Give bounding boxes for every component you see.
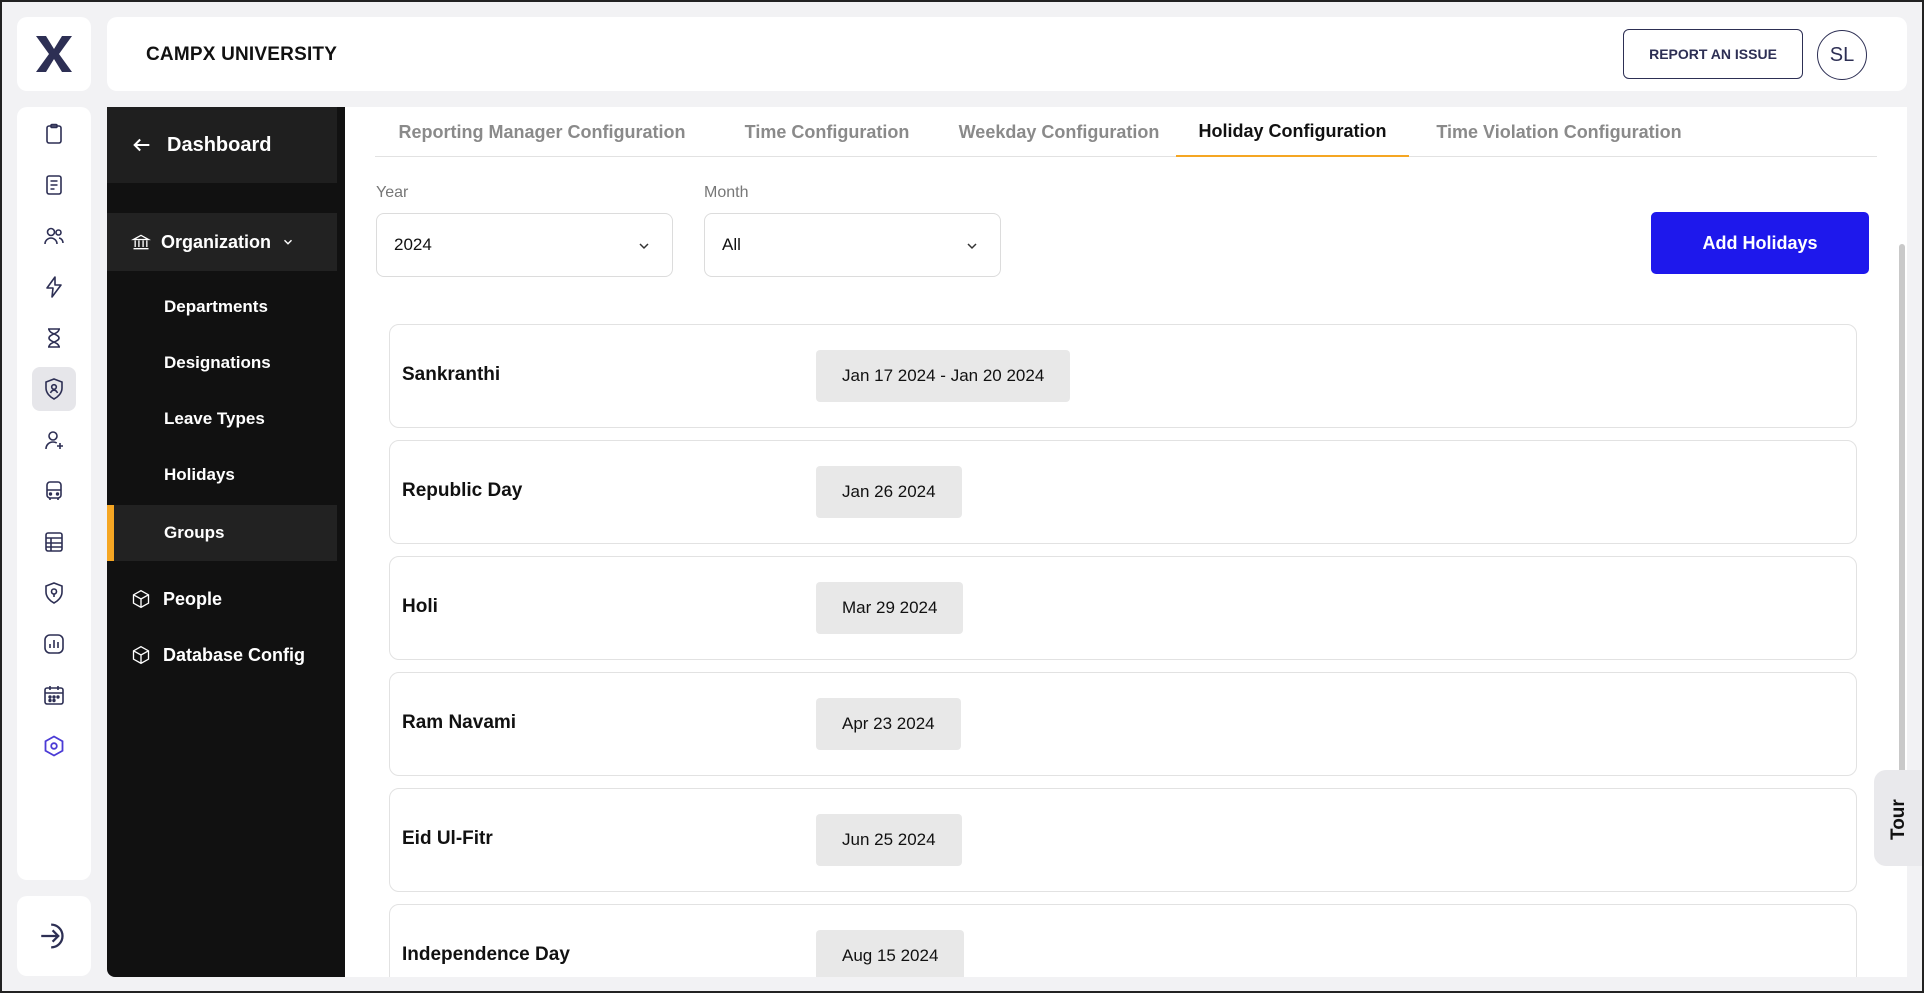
people-label: People	[163, 588, 223, 609]
add-holidays-button[interactable]: Add Holidays	[1651, 212, 1869, 274]
institution-title: CAMPX UNIVERSITY	[146, 44, 338, 65]
database-config-label: Database Config	[163, 644, 306, 665]
sidebar-item-holidays[interactable]: Holidays	[107, 447, 337, 503]
holiday-card[interactable]: Holi Mar 29 2024	[389, 556, 1857, 660]
holiday-card[interactable]: Sankranthi Jan 17 2024 - Jan 20 2024	[389, 324, 1857, 428]
shield-user-icon[interactable]	[32, 367, 76, 411]
chevron-down-icon	[639, 243, 649, 250]
holiday-card[interactable]: Independence Day Aug 15 2024	[389, 904, 1857, 977]
tour-button[interactable]: Tour	[1874, 770, 1924, 866]
analytics-icon[interactable]	[32, 622, 76, 666]
holiday-date-chip: Jun 25 2024	[816, 814, 962, 866]
cube-icon	[132, 589, 150, 609]
arrow-left-icon	[133, 138, 150, 152]
chevron-down-icon	[284, 239, 293, 245]
holiday-card[interactable]: Eid Ul-Fitr Jun 25 2024	[389, 788, 1857, 892]
tab-weekday-configuration[interactable]: Weekday Configuration	[943, 107, 1175, 157]
sidebar-item-leave-types[interactable]: Leave Types	[107, 391, 337, 447]
holiday-name: Sankranthi	[402, 364, 501, 385]
shield-location-icon[interactable]	[32, 571, 76, 615]
sidebar-item-groups[interactable]: Groups	[107, 505, 337, 561]
chevron-down-icon	[967, 243, 977, 250]
holiday-date-chip: Apr 23 2024	[816, 698, 961, 750]
notebook-icon[interactable]	[32, 163, 76, 207]
users-icon[interactable]	[32, 214, 76, 258]
holiday-name: Holi	[402, 596, 438, 617]
month-label: Month	[704, 184, 749, 201]
icon-rail	[17, 107, 91, 880]
avatar[interactable]: SL	[1817, 30, 1867, 80]
logout-icon	[41, 923, 64, 949]
dashboard-label: Dashboard	[167, 133, 272, 156]
year-label: Year	[376, 184, 409, 201]
spreadsheet-icon[interactable]	[32, 520, 76, 564]
holiday-name: Republic Day	[402, 480, 523, 501]
holiday-name: Ram Navami	[402, 712, 517, 733]
holiday-card[interactable]: Republic Day Jan 26 2024	[389, 440, 1857, 544]
logout-button[interactable]	[17, 896, 91, 976]
settings-sidebar: Dashboard Organization Departments Desig…	[107, 107, 345, 977]
cube-icon	[132, 645, 150, 665]
sidebar-item-departments[interactable]: Departments	[107, 279, 337, 335]
sidebar-item-database-config[interactable]: Database Config	[107, 627, 337, 683]
bus-icon[interactable]	[32, 469, 76, 513]
tour-label: Tour	[1888, 799, 1909, 840]
month-select[interactable]: All	[704, 213, 1001, 277]
tab-time-configuration[interactable]: Time Configuration	[727, 107, 927, 157]
tab-reporting-manager[interactable]: Reporting Manager Configuration	[375, 107, 709, 157]
tab-holiday-configuration[interactable]: Holiday Configuration	[1176, 107, 1409, 157]
back-to-dashboard[interactable]: Dashboard	[107, 107, 337, 183]
tab-time-violation-configuration[interactable]: Time Violation Configuration	[1409, 107, 1709, 157]
calendar-icon[interactable]	[32, 673, 76, 717]
organization-menu[interactable]: Organization	[107, 213, 337, 271]
user-plus-icon[interactable]	[32, 418, 76, 462]
holiday-card[interactable]: Ram Navami Apr 23 2024	[389, 672, 1857, 776]
holiday-name: Independence Day	[402, 944, 570, 965]
year-value: 2024	[394, 235, 432, 254]
report-issue-button[interactable]: REPORT AN ISSUE	[1623, 29, 1803, 79]
config-tabs: Reporting Manager Configuration Time Con…	[375, 107, 1877, 157]
top-header: CAMPX UNIVERSITY REPORT AN ISSUE SL	[107, 17, 1907, 91]
organization-label: Organization	[161, 231, 272, 252]
hourglass-icon[interactable]	[32, 316, 76, 360]
sidebar-item-designations[interactable]: Designations	[107, 335, 337, 391]
holiday-date-chip: Mar 29 2024	[816, 582, 964, 634]
main-content: Reporting Manager Configuration Time Con…	[345, 107, 1907, 977]
campx-logo[interactable]	[17, 17, 91, 91]
bank-icon	[131, 234, 151, 250]
sidebar-item-people[interactable]: People	[107, 571, 337, 627]
holiday-name: Eid Ul-Fitr	[402, 828, 493, 849]
year-select[interactable]: 2024	[376, 213, 673, 277]
clipboard-icon[interactable]	[32, 112, 76, 156]
month-value: All	[722, 235, 741, 254]
holiday-date-chip: Aug 15 2024	[816, 930, 965, 977]
x-logo-icon	[36, 36, 72, 72]
holiday-date-chip: Jan 17 2024 - Jan 20 2024	[816, 350, 1071, 402]
hexagon-settings-icon[interactable]	[32, 724, 76, 768]
lightning-icon[interactable]	[32, 265, 76, 309]
holiday-date-chip: Jan 26 2024	[816, 466, 962, 518]
